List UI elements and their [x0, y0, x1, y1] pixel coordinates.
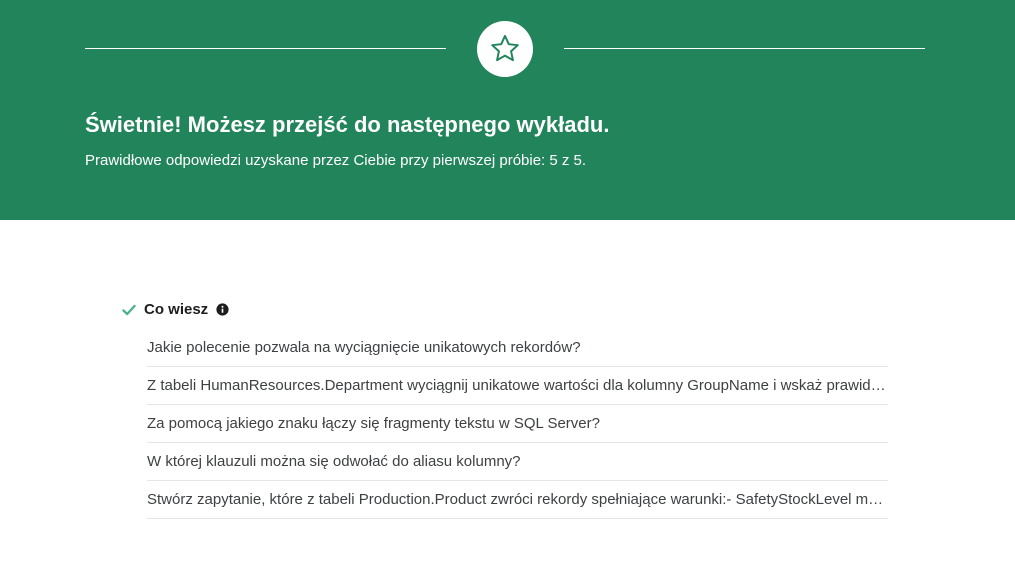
list-item[interactable]: Jakie polecenie pozwala na wyciągnięcie …	[147, 329, 888, 367]
result-score-text: Prawidłowe odpowiedzi uzyskane przez Cie…	[85, 152, 587, 169]
divider-right	[564, 48, 925, 49]
question-text[interactable]: Stwórz zapytanie, które z tabeli Product…	[147, 491, 888, 508]
question-text[interactable]: W której klauzuli można się odwołać do a…	[147, 453, 888, 470]
star-badge	[477, 21, 533, 77]
list-item[interactable]: Stwórz zapytanie, które z tabeli Product…	[147, 481, 888, 519]
divider-left	[85, 48, 446, 49]
question-text[interactable]: Z tabeli HumanResources.Department wycią…	[147, 377, 888, 394]
list-item[interactable]: W której klauzuli można się odwołać do a…	[147, 443, 888, 481]
star-icon	[491, 34, 519, 62]
list-item[interactable]: Za pomocą jakiego znaku łączy się fragme…	[147, 405, 888, 443]
info-icon[interactable]	[216, 303, 229, 316]
question-list: Jakie polecenie pozwala na wyciągnięcie …	[147, 329, 888, 519]
list-item[interactable]: Z tabeli HumanResources.Department wycią…	[147, 367, 888, 405]
question-text[interactable]: Jakie polecenie pozwala na wyciągnięcie …	[147, 339, 888, 356]
result-headline: Świetnie! Możesz przejść do następnego w…	[85, 112, 610, 137]
question-text[interactable]: Za pomocą jakiego znaku łączy się fragme…	[147, 415, 888, 432]
checkmark-icon	[122, 304, 136, 315]
result-banner: Świetnie! Możesz przejść do następnego w…	[0, 0, 1015, 220]
section-header: Co wiesz	[122, 301, 229, 318]
section-title: Co wiesz	[144, 301, 209, 318]
